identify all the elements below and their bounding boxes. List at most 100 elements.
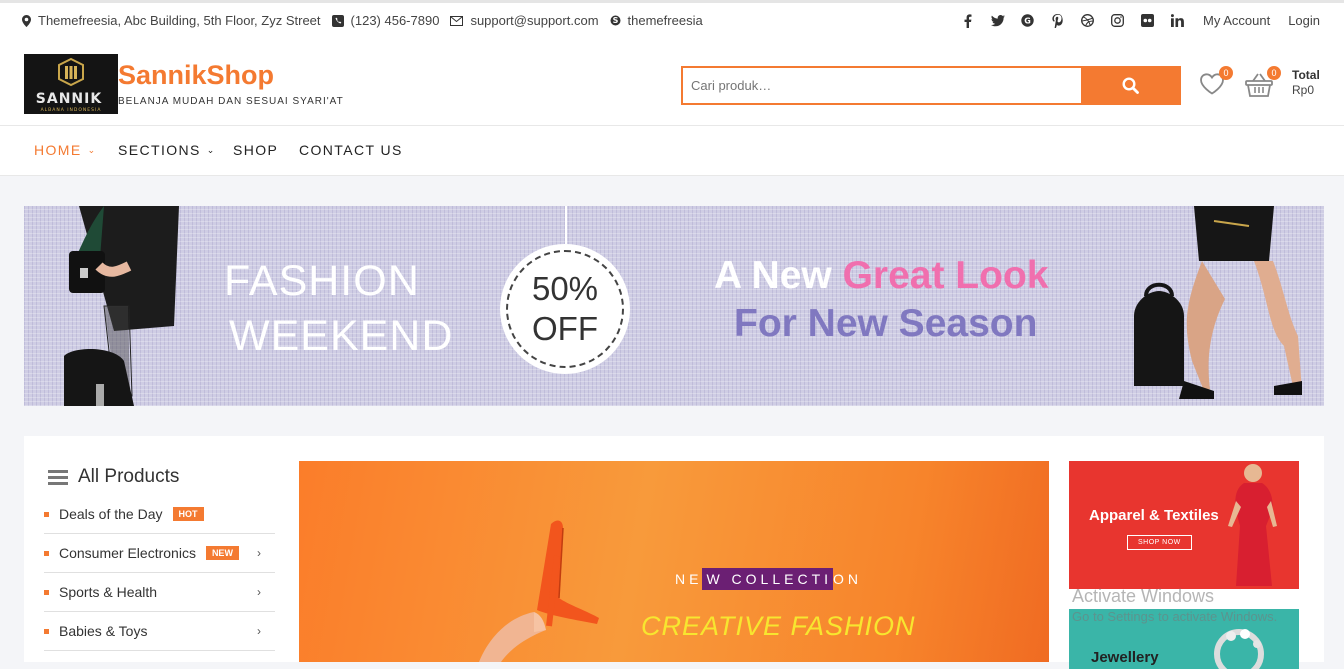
jewellery-title: Jewellery [1091,649,1159,666]
search-form [681,66,1181,105]
hanging-line [565,206,567,244]
nav-item-label: SHOP [233,142,279,158]
social-and-account: G My Account Login [945,13,1320,28]
nav-item-label: CONTACT US [299,142,403,158]
svg-text:S: S [612,16,618,25]
new-collection-highlight: W COLLECTI [702,568,834,590]
great-look-highlight: Great Look [842,254,1049,297]
linkedin-icon[interactable] [1171,14,1185,28]
discount-badge-inner: 50% OFF [506,250,624,368]
phone-item[interactable]: (123) 456-7890 [331,13,440,28]
shop-now-button[interactable]: SHOP NOW [1127,535,1192,550]
cart-total-value: Rp0 [1292,83,1315,97]
category-label: Deals of the Day [59,506,163,522]
wishlist-button[interactable]: 0 [1199,66,1233,100]
wishlist-count-badge: 0 [1219,66,1233,80]
sidebar-title: All Products [78,466,180,487]
skype-item[interactable]: S themefreesia [610,13,703,28]
address-item: Themefreesia, Abc Building, 5th Floor, Z… [22,13,321,28]
weekend-line: WEEKEND [229,312,454,360]
phone-icon [331,14,344,27]
nav-item-label: SECTIONS [118,142,201,158]
new-collection-post: ON [833,571,863,587]
promo-banner[interactable]: FASHION WEEKEND 50% OFF A New Great Look… [24,206,1324,406]
activate-windows-watermark: Activate Windows Go to Settings to activ… [1072,586,1277,624]
great-look-heading: A New Great Look [714,254,1048,298]
top-bar: Themefreesia, Abc Building, 5th Floor, Z… [0,0,1344,44]
instagram-icon[interactable] [1111,14,1125,28]
site-header: SANNIK ALBANA INDONESIA SannikShop BELAN… [0,44,1344,125]
fashion-line: FASHION [224,257,420,305]
new-badge: NEW [205,546,239,560]
chevron-right-icon: › [257,585,261,599]
hero-slider[interactable]: NE W COLLECTION CREATIVE FASHION [299,461,1049,662]
great-look-prefix: A New [714,254,832,297]
nav-item-shop[interactable]: SHOP [233,142,278,158]
facebook-icon[interactable] [961,13,975,28]
nav-item-label: HOME [34,142,82,158]
cart-count-badge: 0 [1267,66,1281,80]
cart-total-label: Total [1292,68,1320,82]
hot-badge: HOT [172,507,204,521]
phone-text: (123) 456-7890 [350,13,440,28]
skype-icon: S [610,15,621,26]
discount-off: OFF [532,310,598,347]
search-icon [1121,77,1139,94]
discount-badge: 50% OFF [500,244,630,374]
search-input[interactable] [683,68,1081,103]
dribbble-icon[interactable] [1081,14,1095,28]
bullet-icon [44,550,49,556]
category-deals-of-the-day[interactable]: Deals of the Day HOT [44,495,275,534]
category-babies-toys[interactable]: Babies & Toys › [44,612,275,651]
bullet-icon [44,589,49,595]
chevron-down-icon: ⌄ [87,144,97,155]
address-text: Themefreesia, Abc Building, 5th Floor, Z… [38,13,321,28]
svg-text:SANNIK: SANNIK [36,91,103,107]
category-label: Babies & Toys [59,623,148,639]
email-text: support@support.com [470,13,599,28]
apparel-model-image [1228,464,1277,586]
apparel-textiles-promo[interactable]: Apparel & Textiles SHOP NOW [1069,461,1299,589]
map-marker-icon [22,14,31,27]
watermark-line1: Activate Windows [1072,586,1215,606]
chevron-down-icon: ⌄ [206,144,216,155]
svg-text:G: G [1025,17,1032,26]
watermark-line2: Go to Settings to activate Windows. [1072,609,1278,624]
twitter-icon[interactable] [990,14,1005,28]
category-sports-health[interactable]: Sports & Health › [44,573,275,612]
new-season-heading: For New Season [734,302,1038,345]
flickr-icon[interactable] [1141,14,1155,28]
category-label: Sports & Health [59,584,158,600]
sidebar-heading: All Products [48,466,179,488]
nav-item-home[interactable]: HOME ⌄ [34,142,97,158]
nav-item-contact-us[interactable]: CONTACT US [299,142,403,158]
category-label: Consumer Electronics [59,545,196,561]
site-title[interactable]: SannikShop [118,60,274,91]
site-logo[interactable]: SANNIK ALBANA INDONESIA [24,54,118,114]
cart-button[interactable]: 0 [1245,66,1281,100]
chevron-right-icon: › [257,546,261,560]
login-link[interactable]: Login [1288,13,1320,28]
discount-percent: 50% [531,270,599,307]
email-item[interactable]: support@support.com [450,13,599,28]
nav-item-sections[interactable]: SECTIONS ⌄ [118,142,216,158]
google-plus-icon[interactable]: G [1021,14,1035,28]
new-collection-pre: NE [675,571,703,587]
pinterest-icon[interactable] [1051,13,1065,28]
svg-text:ALBANA INDONESIA: ALBANA INDONESIA [41,107,102,113]
banner-right-model-image [1134,206,1302,399]
new-collection-label: NE W COLLECTION [675,568,863,590]
my-account-link[interactable]: My Account [1203,13,1270,28]
bullet-icon [44,511,49,517]
products-section: All Products Deals of the Day HOT Consum… [24,436,1324,669]
site-tagline: BELANJA MUDAH DAN SESUAI SYARI'AT [118,96,344,107]
category-consumer-electronics[interactable]: Consumer Electronics NEW › [44,534,275,573]
chevron-right-icon: › [257,624,261,638]
search-button[interactable] [1081,68,1179,103]
banner-left-model-image [64,206,179,406]
hero-high-heel-image [479,520,599,662]
skype-text: themefreesia [627,13,703,28]
apparel-title: Apparel & Textiles [1089,507,1219,524]
creative-fashion-heading: CREATIVE FASHION [641,611,916,641]
fashion-weekend-heading: FASHION WEEKEND [224,254,453,364]
